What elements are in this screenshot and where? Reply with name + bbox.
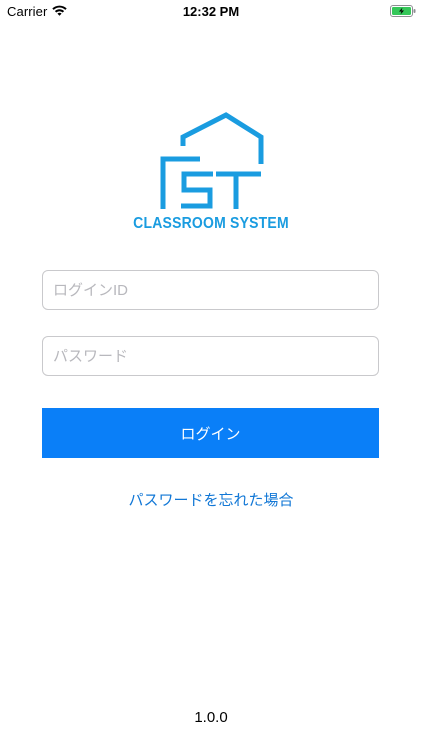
login-button[interactable]: ログイン [42,408,379,458]
logo-caption: CLASSROOM SYSTEM [133,212,289,232]
status-bar: Carrier 12:32 PM [0,0,422,24]
login-id-input[interactable] [42,270,379,310]
clock: 12:32 PM [182,4,240,19]
battery-charging-icon [390,5,416,17]
app-version: 1.0.0 [194,709,228,726]
forgot-password-link[interactable]: パスワードを忘れた場合 [0,489,422,510]
login-button-label: ログイン [180,425,241,443]
password-input[interactable] [42,336,379,376]
